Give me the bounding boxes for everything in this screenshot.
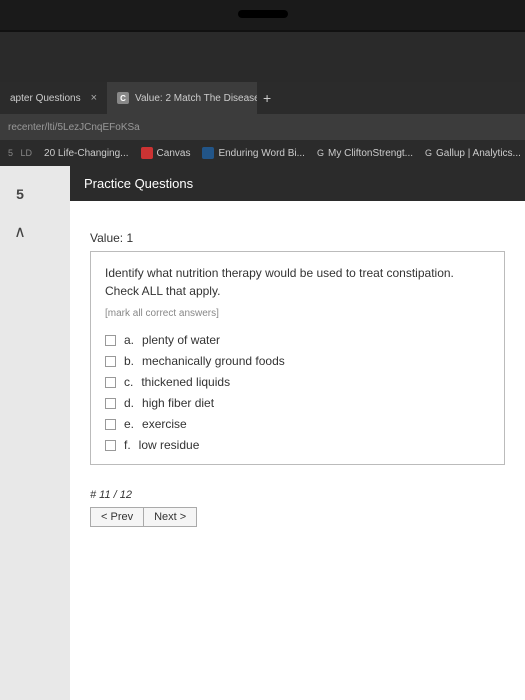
checkbox-c[interactable]	[105, 377, 116, 388]
question-hint: [mark all correct answers]	[105, 308, 490, 319]
option-text: exercise	[142, 417, 187, 431]
url-bar[interactable]: recenter/lti/5LezJCnqEFoKSa	[0, 114, 525, 140]
tab-bar: apter Questions × C Value: 2 Match The D…	[0, 82, 525, 114]
bookmarks-bar: 5 LD 20 Life-Changing... Canvas Enduring…	[0, 140, 525, 166]
option-letter: e.	[124, 417, 134, 431]
chegg-icon: C	[117, 92, 129, 104]
bookmark-label: Enduring Word Bi...	[218, 148, 305, 159]
value-label: Value: 1	[90, 231, 505, 245]
content-area: 5 ∧ Practice Questions Value: 1 Identify…	[0, 166, 525, 700]
checkbox-b[interactable]	[105, 356, 116, 367]
option-letter: d.	[124, 396, 134, 410]
header-title: Practice Questions	[84, 176, 193, 191]
checkbox-e[interactable]	[105, 419, 116, 430]
option-text: mechanically ground foods	[142, 354, 285, 368]
main-content: Practice Questions Value: 1 Identify wha…	[70, 166, 525, 700]
option-text: thickened liquids	[141, 375, 230, 389]
option-text: low residue	[139, 438, 200, 452]
g-icon: G	[425, 148, 432, 158]
close-icon[interactable]: ×	[91, 92, 97, 104]
options-list: a. plenty of water b. mechanically groun…	[105, 333, 490, 452]
bookmark-canvas[interactable]: Canvas	[141, 147, 191, 159]
bookmark-prefix: 5 LD	[8, 148, 32, 158]
option-letter: f.	[124, 438, 131, 452]
canvas-icon	[141, 147, 153, 159]
tab-title: apter Questions	[10, 93, 81, 104]
checkbox-f[interactable]	[105, 440, 116, 451]
bookmark-label: Gallup | Analytics...	[436, 148, 521, 159]
page-count: # 11 / 12	[90, 489, 505, 501]
option-a[interactable]: a. plenty of water	[105, 333, 490, 347]
option-b[interactable]: b. mechanically ground foods	[105, 354, 490, 368]
checkbox-a[interactable]	[105, 335, 116, 346]
bookmark-life-changing[interactable]: 20 Life-Changing...	[44, 148, 129, 159]
bookmark-clifton[interactable]: G My CliftonStrengt...	[317, 148, 413, 159]
pager: # 11 / 12 < Prev Next >	[70, 475, 525, 541]
tab-title: Value: 2 Match The Disease W	[135, 93, 257, 104]
option-letter: c.	[124, 375, 133, 389]
question-area: Value: 1 Identify what nutrition therapy…	[70, 201, 525, 475]
bookmark-label: 20 Life-Changing...	[44, 148, 129, 159]
option-d[interactable]: d. high fiber diet	[105, 396, 490, 410]
question-instruction: Check ALL that apply.	[105, 284, 490, 298]
option-text: high fiber diet	[142, 396, 214, 410]
option-text: plenty of water	[142, 333, 220, 347]
g-icon: G	[317, 148, 324, 158]
pager-buttons: < Prev Next >	[90, 507, 505, 527]
bookmark-label: Canvas	[157, 148, 191, 159]
camera-notch	[238, 10, 288, 18]
option-letter: a.	[124, 333, 134, 347]
practice-questions-header: Practice Questions	[70, 166, 525, 201]
new-tab-button[interactable]: +	[257, 90, 277, 106]
browser-window: apter Questions × C Value: 2 Match The D…	[0, 82, 525, 700]
enduring-icon	[202, 147, 214, 159]
option-f[interactable]: f. low residue	[105, 438, 490, 452]
chevron-up-icon[interactable]: ∧	[14, 222, 26, 242]
nav-number: 5	[16, 186, 24, 202]
laptop-frame: apter Questions × C Value: 2 Match The D…	[0, 30, 525, 700]
tab-match-disease[interactable]: C Value: 2 Match The Disease W ×	[107, 82, 257, 114]
option-c[interactable]: c. thickened liquids	[105, 375, 490, 389]
checkbox-d[interactable]	[105, 398, 116, 409]
question-text: Identify what nutrition therapy would be…	[105, 264, 490, 282]
next-button[interactable]: Next >	[144, 507, 197, 527]
prev-button[interactable]: < Prev	[90, 507, 144, 527]
tab-chapter-questions[interactable]: apter Questions ×	[0, 82, 107, 114]
bookmark-gallup[interactable]: G Gallup | Analytics...	[425, 148, 521, 159]
url-text: recenter/lti/5LezJCnqEFoKSa	[8, 122, 140, 133]
option-e[interactable]: e. exercise	[105, 417, 490, 431]
bookmark-label: My CliftonStrengt...	[328, 148, 413, 159]
question-box: Identify what nutrition therapy would be…	[90, 251, 505, 465]
bookmark-enduring-word[interactable]: Enduring Word Bi...	[202, 147, 305, 159]
option-letter: b.	[124, 354, 134, 368]
left-nav: 5 ∧	[0, 166, 40, 700]
